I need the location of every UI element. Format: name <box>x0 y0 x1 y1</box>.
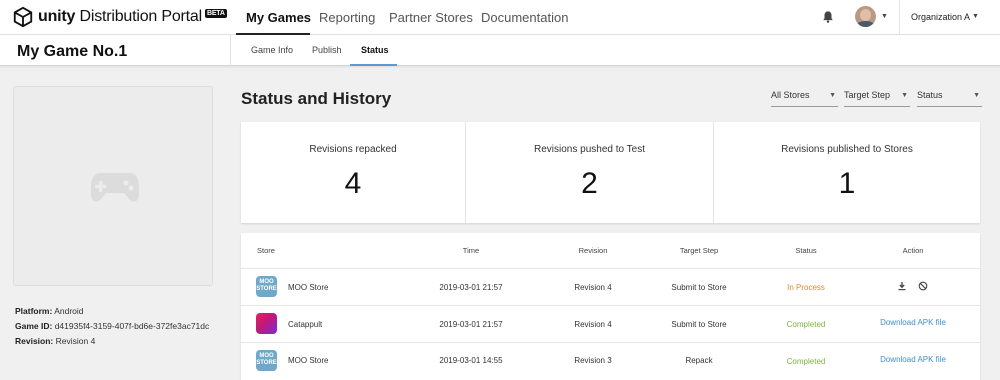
game-id: Game ID: d41935f4-3159-407f-bd6e-372fe3a… <box>15 321 210 331</box>
game-platform: Platform: Android <box>15 306 84 316</box>
bell-icon[interactable] <box>821 10 835 24</box>
column-header-status: Status <box>795 246 817 255</box>
row-target-step: Submit to Store <box>671 320 727 329</box>
row-time: 2019-03-01 14:55 <box>439 356 503 365</box>
nav-reporting[interactable]: Reporting <box>319 10 375 25</box>
tab-active-indicator <box>350 64 397 66</box>
chevron-down-icon[interactable]: ▼ <box>972 13 979 20</box>
beta-badge: BETA <box>204 9 227 18</box>
column-header-time: Time <box>462 246 480 255</box>
stat-repacked: Revisions repacked 4 <box>309 144 397 200</box>
moo-store-icon: MOO STORE <box>256 350 277 371</box>
game-revision: Revision: Revision 4 <box>15 336 96 346</box>
unity-cube-icon <box>13 6 33 28</box>
status-badge: Completed <box>786 357 826 366</box>
tab-publish[interactable]: Publish <box>312 45 342 55</box>
stat-published-to-stores: Revisions published to Stores 1 <box>781 144 913 200</box>
nav-partner-stores[interactable]: Partner Stores <box>389 10 473 25</box>
gamepad-icon <box>91 173 139 202</box>
page-title: Status and History <box>241 89 392 108</box>
filter-target-step[interactable]: Target Step ▼ <box>844 90 910 107</box>
tab-status[interactable]: Status <box>361 45 389 55</box>
cancel-icon[interactable] <box>918 281 928 291</box>
brand-name: unity Distribution Portal BETA <box>38 8 227 25</box>
row-target-step: Submit to Store <box>671 283 727 292</box>
status-badge: Completed <box>786 320 826 329</box>
chevron-down-icon: ▼ <box>973 92 980 99</box>
row-revision: Revision 4 <box>574 283 612 292</box>
column-header-action: Action <box>902 246 924 255</box>
store-name: MOO Store <box>288 283 329 292</box>
filter-stores[interactable]: All Stores ▼ <box>771 90 838 107</box>
chevron-down-icon[interactable]: ▼ <box>881 13 888 20</box>
moo-store-icon: MOO STORE <box>256 276 277 297</box>
nav-documentation[interactable]: Documentation <box>481 10 568 25</box>
catappult-icon <box>256 313 277 334</box>
chevron-down-icon: ▼ <box>829 92 836 99</box>
download-icon[interactable] <box>897 281 907 291</box>
stats-summary: Revisions repacked 4 Revisions pushed to… <box>241 122 980 223</box>
nav-my-games[interactable]: My Games <box>246 10 311 25</box>
unity-logo[interactable]: unity Distribution Portal BETA <box>12 6 227 28</box>
game-title: My Game No.1 <box>17 43 128 60</box>
row-time: 2019-03-01 21:57 <box>439 320 503 329</box>
store-name: Catappult <box>288 320 323 329</box>
row-revision: Revision 4 <box>574 320 612 329</box>
row-target-step: Repack <box>685 356 713 365</box>
filter-status[interactable]: Status ▼ <box>917 90 982 107</box>
store-name: MOO Store <box>288 356 329 365</box>
history-table: Store Time Revision Target Step Status A… <box>241 233 980 380</box>
organization-selector[interactable]: Organization A <box>911 12 970 22</box>
download-apk-link[interactable]: Download APK file <box>868 318 958 327</box>
column-header-target-step: Target Step <box>679 246 719 255</box>
column-header-revision: Revision <box>578 246 608 255</box>
game-thumbnail <box>13 86 213 286</box>
row-revision: Revision 3 <box>574 356 612 365</box>
tab-game-info[interactable]: Game Info <box>251 45 293 55</box>
chevron-down-icon: ▼ <box>901 92 908 99</box>
game-subheader: My Game No.1 Game Info Publish Status <box>0 35 1000 66</box>
row-time: 2019-03-01 21:57 <box>439 283 503 292</box>
download-apk-link[interactable]: Download APK file <box>868 355 958 364</box>
avatar[interactable] <box>855 6 876 27</box>
top-nav: unity Distribution Portal BETA My Games R… <box>0 0 1000 35</box>
stat-pushed-to-test: Revisions pushed to Test 2 <box>534 144 645 200</box>
status-badge: In Process <box>787 283 825 292</box>
column-header-store: Store <box>257 246 275 255</box>
